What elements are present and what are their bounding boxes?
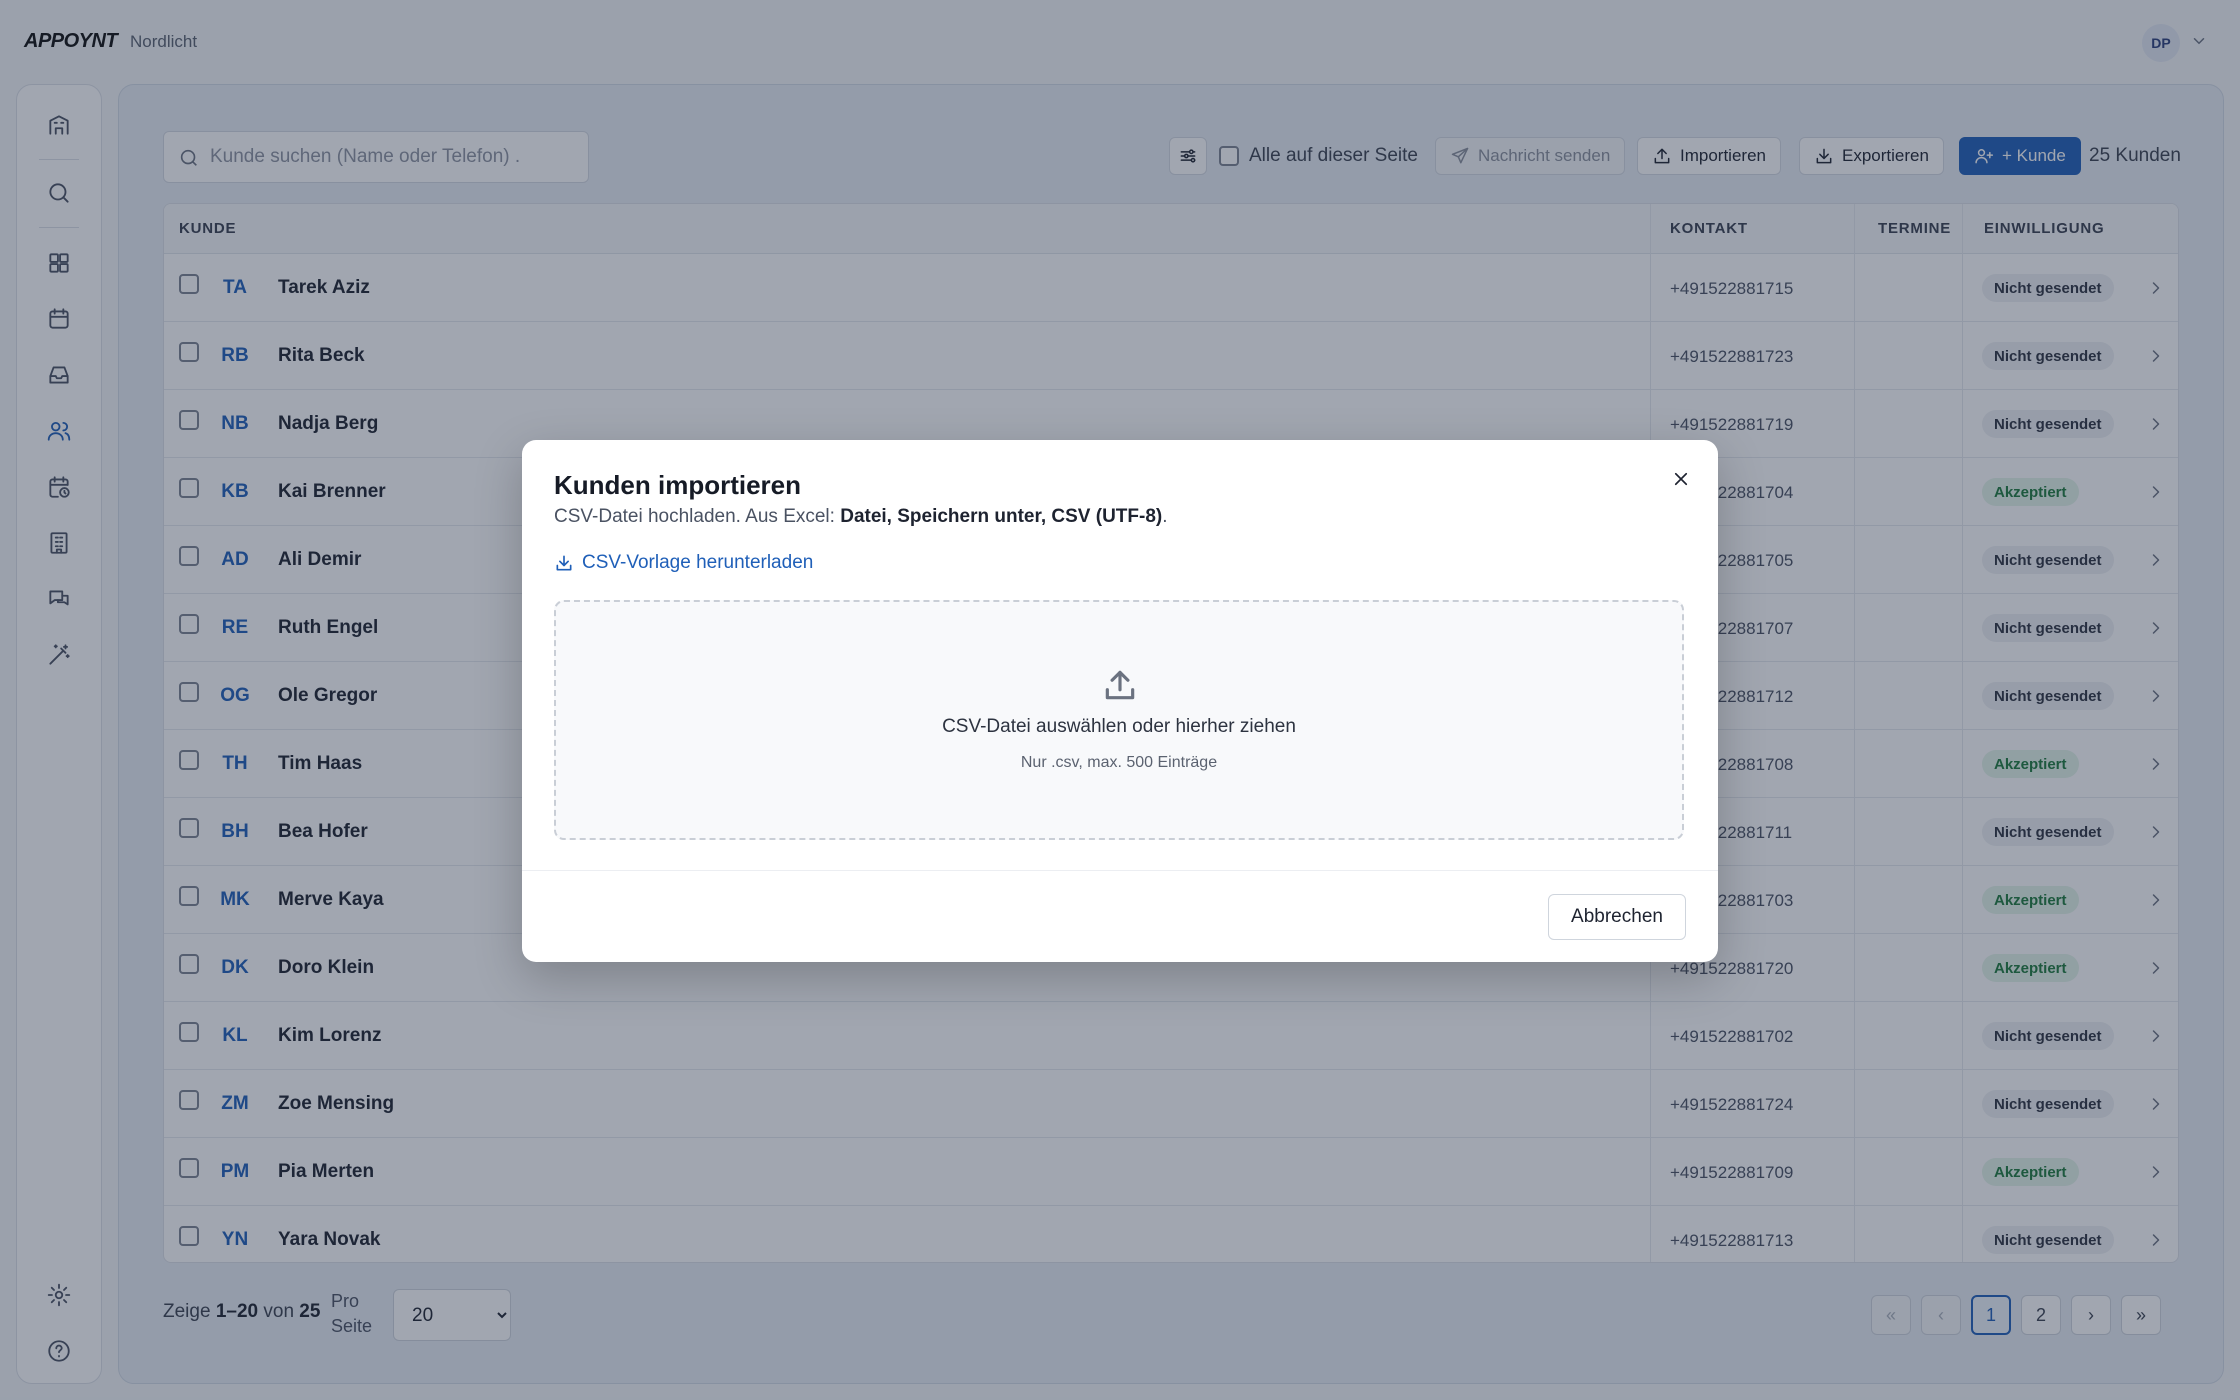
dropzone-hint: Nur .csv, max. 500 Einträge — [1020, 754, 1218, 771]
app-root: APPOYNT Nordlicht DP Kunde suchen (Name … — [0, 0, 2240, 1400]
dropzone-title: CSV-Datei auswählen oder hierher ziehen — [942, 716, 1296, 737]
import-dialog: Kunden importieren CSV-Datei hochladen. … — [522, 440, 1718, 962]
dialog-divider — [522, 870, 1718, 871]
download-icon — [556, 555, 572, 571]
dialog-title: Kunden importieren — [554, 470, 802, 500]
dialog-subtitle-end: . — [1162, 506, 1168, 527]
download-template-label: CSV-Vorlage herunterladen — [582, 552, 814, 573]
dialog-subtitle-bold: Datei, Speichern unter, CSV (UTF-8) — [840, 506, 1163, 527]
dialog-subtitle-text: CSV-Datei hochladen. Aus Excel: — [554, 506, 841, 527]
close-icon — [1674, 472, 1688, 486]
file-dropzone[interactable]: CSV-Datei auswählen oder hierher ziehen … — [554, 600, 1684, 840]
download-template-link[interactable]: CSV-Vorlage herunterladen — [554, 552, 813, 574]
upload-icon — [1105, 670, 1135, 700]
dialog-subtitle: CSV-Datei hochladen. Aus Excel: Datei, S… — [554, 506, 1168, 528]
cancel-button[interactable]: Abbrechen — [1548, 894, 1686, 940]
close-button[interactable] — [1668, 466, 1694, 492]
